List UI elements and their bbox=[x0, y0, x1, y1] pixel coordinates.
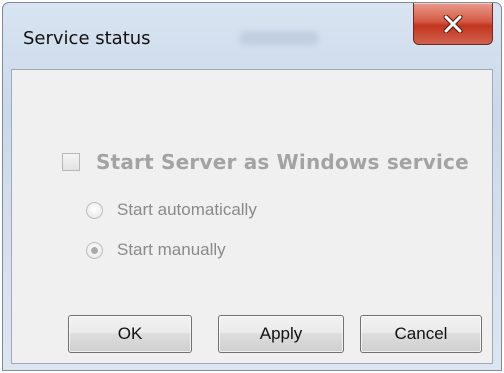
windows-service-option: Start Server as Windows service bbox=[62, 150, 469, 174]
close-button[interactable] bbox=[413, 3, 493, 45]
start-automatically-radio[interactable] bbox=[86, 201, 103, 219]
apply-button[interactable]: Apply bbox=[218, 315, 344, 353]
start-manually-label: Start manually bbox=[117, 240, 226, 259]
start-manually-option: Start manually bbox=[86, 240, 226, 260]
title-bar-blur bbox=[239, 31, 319, 45]
dialog-content: Start Server as Windows service Start au… bbox=[11, 69, 493, 364]
title-bar[interactable]: Service status bbox=[3, 3, 501, 63]
start-manually-radio[interactable] bbox=[86, 241, 103, 259]
ok-button[interactable]: OK bbox=[68, 315, 192, 353]
service-status-dialog: Service status Start Server as Windows s… bbox=[0, 0, 504, 373]
cancel-button[interactable]: Cancel bbox=[360, 315, 482, 353]
close-icon bbox=[443, 14, 463, 33]
start-automatically-option: Start automatically bbox=[86, 200, 257, 220]
start-automatically-label: Start automatically bbox=[117, 200, 257, 219]
window-frame: Service status Start Server as Windows s… bbox=[2, 2, 502, 371]
dialog-buttons: OK Apply Cancel bbox=[12, 315, 492, 355]
windows-service-checkbox[interactable] bbox=[62, 153, 80, 171]
window-title: Service status bbox=[23, 28, 151, 49]
windows-service-label: Start Server as Windows service bbox=[96, 150, 469, 174]
